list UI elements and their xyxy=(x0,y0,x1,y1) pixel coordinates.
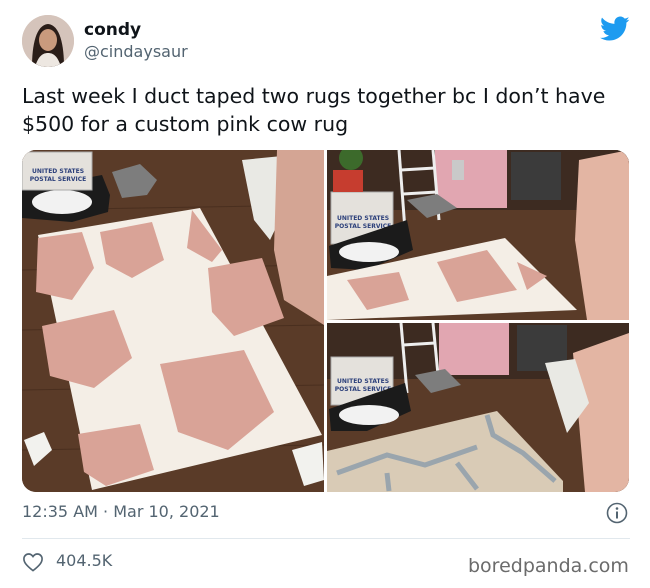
postal-box-label-2: POSTAL SERVICE xyxy=(30,176,86,183)
photo-rug-half[interactable]: UNITED STATES POSTAL SERVICE xyxy=(327,150,629,320)
avatar[interactable] xyxy=(22,15,74,67)
postal-box-label: UNITED STATES xyxy=(32,168,84,175)
tweet-timestamp[interactable]: 12:35 AM · Mar 10, 2021 xyxy=(22,502,220,521)
display-name[interactable]: condy xyxy=(84,20,141,40)
postal-box-label: UNITED STATES xyxy=(337,215,389,222)
info-icon[interactable] xyxy=(606,502,628,524)
media-grid: UNITED STATES POSTAL SERVICE UNITED STAT… xyxy=(22,150,629,492)
divider xyxy=(22,538,630,539)
watermark: boredpanda.com xyxy=(468,555,629,577)
tweet-text: Last week I duct taped two rugs together… xyxy=(22,84,606,136)
user-handle[interactable]: @cindaysaur xyxy=(84,42,188,61)
photo-full-rug[interactable]: UNITED STATES POSTAL SERVICE xyxy=(22,150,324,492)
like-count[interactable]: 404.5K xyxy=(56,551,112,570)
photo-duct-tape[interactable]: UNITED STATES POSTAL SERVICE xyxy=(327,323,629,492)
heart-icon[interactable] xyxy=(22,552,44,572)
twitter-bird-icon xyxy=(600,16,630,42)
postal-box-label: UNITED STATES xyxy=(337,378,389,385)
